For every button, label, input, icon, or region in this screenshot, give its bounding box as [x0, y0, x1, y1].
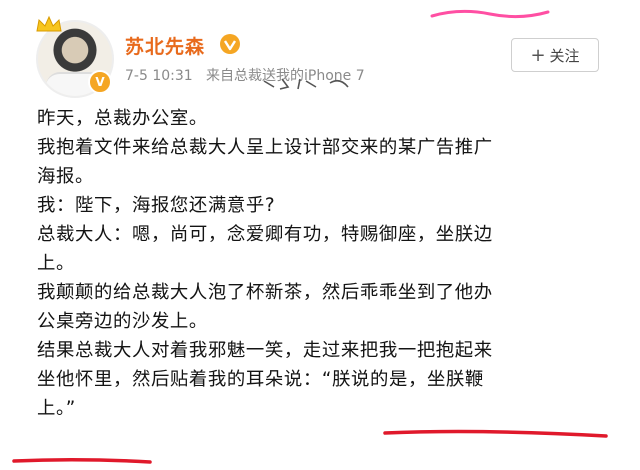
post-body: 昨天，总裁办公室。 我抱着文件来给总裁大人呈上设计部交来的某广告推广 海报。 我… — [37, 104, 622, 423]
follow-button[interactable]: + 关注 — [511, 38, 599, 72]
post-line: 海报。 — [37, 166, 94, 187]
post-line: 坐他怀里，然后贴着我的耳朵说：“朕说的是，坐朕鞭 — [37, 369, 484, 390]
follow-label: 关注 — [549, 46, 580, 65]
post-line: 公桌旁边的沙发上。 — [37, 311, 208, 332]
verified-badge-icon: V — [88, 70, 112, 94]
source-scribble — [263, 78, 349, 90]
post-line: 总裁大人：嗯，尚可，念爱卿有功，特赐御座，坐朕边 — [37, 224, 493, 245]
post-line: 我抱着文件来给总裁大人呈上设计部交来的某广告推广 — [37, 137, 493, 158]
post-header: V 苏北先森 7-5 10:31 来自总裁送我的iPhone 7 + 关注 — [0, 0, 640, 100]
post-line: 昨天，总裁办公室。 — [37, 108, 208, 129]
post-line: 结果总裁大人对着我邪魅一笑，走过来把我一把抱起来 — [37, 340, 493, 361]
vip-icon[interactable] — [219, 33, 241, 55]
plus-icon: + — [530, 44, 546, 66]
username[interactable]: 苏北先森 — [125, 32, 205, 59]
pink-scribble-decoration — [430, 9, 550, 19]
crown-icon — [36, 15, 62, 32]
post-line: 我：陛下，海报您还满意乎? — [37, 195, 276, 216]
post-meta: 7-5 10:31 来自总裁送我的iPhone 7 — [125, 65, 365, 90]
post-timestamp[interactable]: 7-5 10:31 — [125, 68, 193, 84]
post-line: 我颠颠的给总裁大人泡了杯新茶，然后乖乖坐到了他办 — [37, 282, 493, 303]
post-line: 上。” — [37, 398, 76, 419]
post-line: 上。 — [37, 253, 75, 274]
